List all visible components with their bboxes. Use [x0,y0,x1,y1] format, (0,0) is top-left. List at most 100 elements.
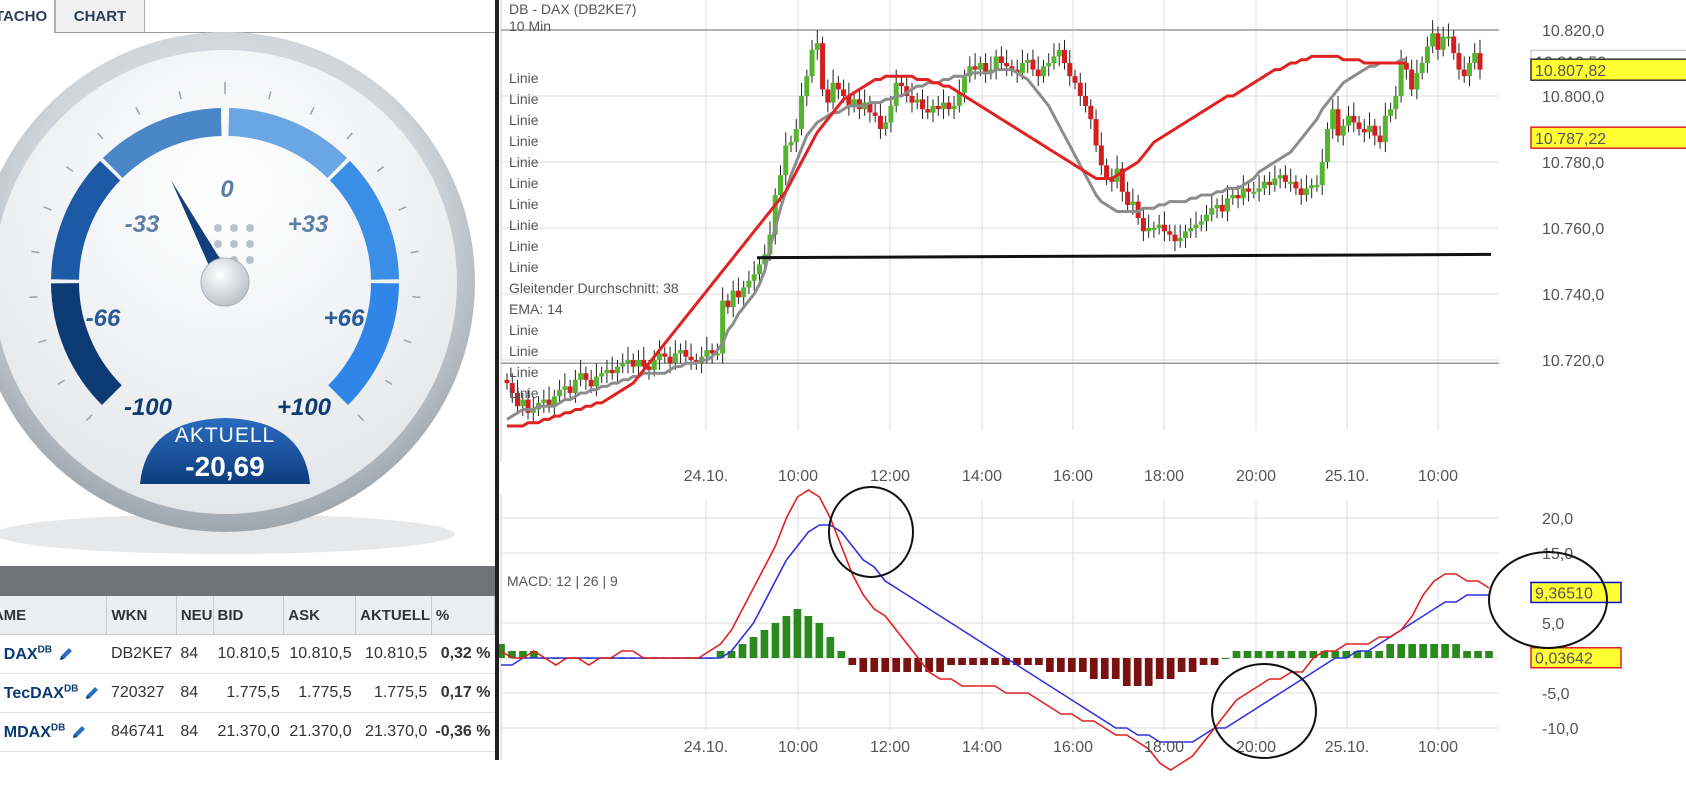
candle-body [1461,69,1467,77]
macd-hist-bar [771,623,780,658]
macd-hist-bar [1155,658,1164,679]
macd-x-tick: 24.10. [684,739,728,756]
candle-body [883,122,889,129]
table-row[interactable]: - DAXDBDB2KE78410.810,510.810,510.810,50… [0,634,495,674]
instrument-link[interactable]: DAXDB [4,644,53,662]
cell-wkn: 720327 [106,673,177,713]
edit-pencil-icon[interactable] [84,685,100,701]
candle-body [1377,135,1383,143]
candle-body [1303,188,1309,195]
scale-label-plus33: +33 [288,211,329,238]
exchange-sup: DB [63,683,79,695]
candle-body [1219,204,1225,212]
candle-body [1235,195,1241,199]
legend-item: Linie [509,238,539,254]
col-pct[interactable]: % [431,596,495,635]
candle-body [888,105,894,123]
macd-x-tick: 10:00 [1418,739,1458,756]
candle-body [662,353,668,357]
macd-hist-bar [837,651,846,658]
cell-pct: -0,36 % [431,712,495,752]
macd-x-tick: 10:00 [778,739,818,756]
price-x-axis: 24.10. 10:00 12:00 14:00 16:00 18:00 20:00 25.1… [684,468,1458,485]
candle-body [872,112,878,116]
macd-hist-bar [1331,651,1340,658]
legend-item: Linie [509,322,539,338]
col-aktuell[interactable]: AKTUELL [355,596,432,635]
candle-body [678,350,684,354]
tab-tacho[interactable]: TACHO [0,0,55,33]
candle-body [1382,115,1388,143]
macd-x-axis: 24.10. 10:00 12:00 14:00 16:00 18:00 20:00 25.1… [684,739,1458,756]
macd-hist-bar [980,658,988,665]
edit-pencil-icon[interactable] [58,646,74,662]
instrument-link[interactable]: MDAXDB [4,722,66,740]
candle-body [1451,36,1457,54]
col-name[interactable]: NAME [0,596,108,635]
candle-body [1230,195,1236,199]
macd-title: MACD: 12 | 26 | 9 [507,573,618,589]
candle-body [562,386,568,390]
macd-hist-bar [760,630,769,658]
candle-body [625,360,631,364]
price-x-tick: 20:00 [1236,468,1276,485]
candle-body [725,300,731,308]
macd-y-tick: 20,0 [1542,511,1573,528]
candle-body [941,102,947,110]
table-row[interactable]: - MDAXDB8467418421.370,021.370,021.370,0… [0,712,495,752]
macd-value-tag: 9,36510 [1535,585,1593,602]
chart-legend: Linie Linie Linie Linie Linie Linie Linie Linie… [509,70,679,401]
candle-body [741,287,747,298]
candle-body [1172,234,1178,242]
candle-body [1472,53,1478,63]
candle-body [756,264,762,275]
candle-body [1398,63,1404,96]
macd-hist-bar [782,616,791,658]
col-ne[interactable]: NEU [176,596,214,635]
edit-pencil-icon[interactable] [71,724,87,740]
tab-chart[interactable]: CHART [55,0,145,32]
candle-body [972,66,978,70]
macd-x-tick: 25.10. [1325,739,1369,756]
candle-body [1293,181,1299,189]
macd-hist-bar [1144,658,1153,686]
candle-body [1456,53,1462,70]
macd-hist-bar [958,658,966,665]
candle-body [735,290,741,298]
support-trend-line[interactable] [756,252,1492,260]
candle-body [998,56,1004,63]
macd-hist-bar [826,637,835,658]
instrument-link[interactable]: TecDAXDB [4,683,79,701]
macd-hist-bar [1287,651,1296,658]
candle-body [993,56,999,70]
macd-hist-bar [1100,658,1109,679]
candle-body [1104,165,1110,179]
current-value: -20,69 [185,451,264,482]
legend-item: Linie [509,175,539,191]
candle-body [825,89,831,103]
col-bid[interactable]: BID [213,596,285,635]
col-wkn[interactable]: WKN [106,596,177,635]
macd-hist-bar [749,637,758,658]
cell-aktuell: 21.370,0 [355,712,432,752]
exchange-sup: DB [37,644,53,656]
macd-hist-bar [859,658,868,672]
candle-body [977,63,983,70]
macd-hist-bar [925,658,933,672]
candle-body [651,360,657,370]
price-x-tick: 16:00 [1053,468,1093,485]
candle-body [1256,188,1262,192]
macd-hist-bar [1452,644,1460,658]
candle-body [1419,63,1425,73]
cell-wkn: 846741 [106,712,177,752]
macd-hist-bar [1232,651,1241,658]
table-row[interactable]: - TecDAXDB720327841.775,51.775,51.775,50… [0,673,495,713]
cell-aktuell: 10.810,5 [355,634,432,674]
candle-body [898,82,904,87]
candle-body [1282,175,1288,182]
candle-body [730,290,736,308]
col-ask[interactable]: ASK [283,596,357,635]
last-price-tag: 10.807,82 [1535,63,1606,80]
macd-hist-bar [1035,658,1043,665]
candle-body [893,82,899,106]
